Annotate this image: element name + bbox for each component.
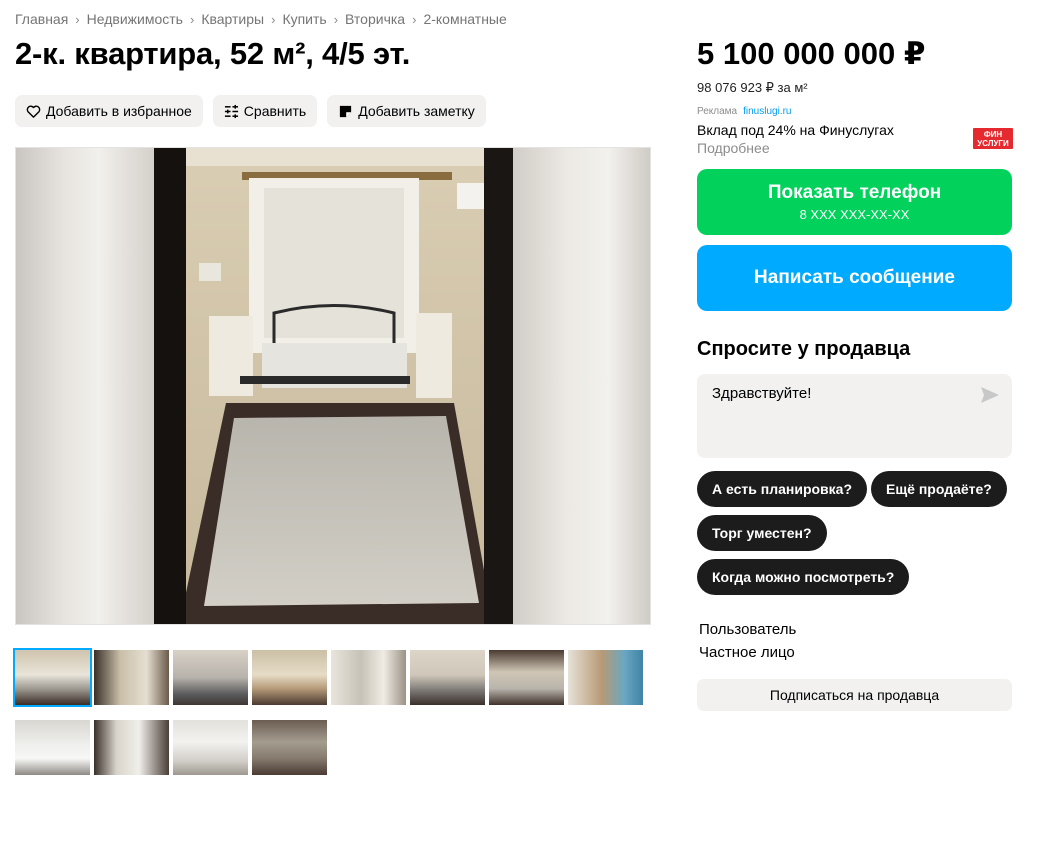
breadcrumb-secondary[interactable]: Вторичка <box>345 11 405 27</box>
thumbnail-9[interactable] <box>15 720 90 775</box>
chevron-right-icon: › <box>333 11 339 27</box>
breadcrumb: Главная › Недвижимость › Квартиры › Купи… <box>15 11 507 27</box>
thumbnail-4[interactable] <box>252 650 327 705</box>
subscribe-seller-label: Подписаться на продавца <box>769 687 940 703</box>
thumbnail-6[interactable] <box>410 650 485 705</box>
breadcrumb-apartments[interactable]: Квартиры <box>201 11 264 27</box>
chip-when-to-view[interactable]: Когда можно посмотреть? <box>697 559 910 595</box>
thumbnail-10[interactable] <box>94 720 169 775</box>
show-phone-button[interactable]: Показать телефон 8 XXX XXX-XX-XX <box>697 169 1012 235</box>
logo-line-2: УСЛУГИ <box>977 139 1009 148</box>
photo-gallery[interactable] <box>15 147 651 625</box>
thumbnail-8[interactable] <box>568 650 643 705</box>
write-message-button[interactable]: Написать сообщение <box>697 245 1012 311</box>
gallery-blur-left <box>16 148 154 624</box>
thumbnail-5[interactable] <box>331 650 406 705</box>
ad-domain-link[interactable]: finuslugi.ru <box>743 106 791 117</box>
thumbnail-12[interactable] <box>252 720 327 775</box>
thumbnail-1[interactable] <box>13 648 92 707</box>
chevron-right-icon: › <box>412 11 417 27</box>
thumbnail-11[interactable] <box>173 720 248 775</box>
chip-bargain[interactable]: Торг уместен? <box>697 515 827 551</box>
subscribe-seller-button[interactable]: Подписаться на продавца <box>697 679 1012 711</box>
breadcrumb-2-rooms[interactable]: 2-комнатные <box>423 11 506 27</box>
bedroom-photo <box>154 148 513 624</box>
compare-button[interactable]: Сравнить <box>212 95 318 127</box>
compare-icon <box>224 104 238 118</box>
write-message-label: Написать сообщение <box>754 267 955 288</box>
send-icon[interactable] <box>980 386 1000 404</box>
ask-seller-input-text: Здравствуйте! <box>712 385 812 402</box>
chevron-right-icon: › <box>75 11 80 27</box>
logo-line-1: ФИН <box>983 130 1003 139</box>
price: 5 100 000 000 ₽ <box>697 36 926 71</box>
main-photo[interactable] <box>154 148 513 624</box>
heart-icon <box>26 105 41 118</box>
breadcrumb-buy[interactable]: Купить <box>282 11 326 27</box>
chip-still-selling[interactable]: Ещё продаёте? <box>871 471 1007 507</box>
thumbnail-2[interactable] <box>94 650 169 705</box>
ask-seller-title: Спросите у продавца <box>697 338 911 360</box>
chip-layout-question[interactable]: А есть планировка? <box>697 471 867 507</box>
page-title: 2-к. квартира, 52 м², 4/5 эт. <box>15 36 411 71</box>
listing-actions: Добавить в избранное Сравнить Добавить з… <box>15 95 486 127</box>
add-to-favorites-button[interactable]: Добавить в избранное <box>15 95 203 127</box>
gallery-blur-right <box>512 148 650 624</box>
phone-mask: 8 XXX XXX-XX-XX <box>799 207 910 222</box>
add-note-label: Добавить заметку <box>358 103 475 119</box>
breadcrumb-real-estate[interactable]: Недвижимость <box>87 11 183 27</box>
breadcrumb-home[interactable]: Главная <box>15 11 68 27</box>
compare-label: Сравнить <box>243 103 307 119</box>
finuslugi-logo[interactable]: ФИН УСЛУГИ <box>973 128 1013 149</box>
chevron-right-icon: › <box>271 11 276 27</box>
ad-more-link[interactable]: Подробнее <box>697 140 770 156</box>
seller-name[interactable]: Пользователь <box>699 621 796 638</box>
ad-label-text: Реклама <box>697 106 738 117</box>
seller-type: Частное лицо <box>699 644 795 661</box>
note-icon <box>340 105 352 117</box>
thumbnail-7[interactable] <box>489 650 564 705</box>
price-per-sqm: 98 076 923 ₽ за м² <box>697 80 808 95</box>
chevron-right-icon: › <box>189 11 195 27</box>
add-to-favorites-label: Добавить в избранное <box>46 103 192 119</box>
show-phone-label: Показать телефон <box>767 182 942 203</box>
thumbnail-3[interactable] <box>173 650 248 705</box>
add-note-button[interactable]: Добавить заметку <box>327 95 486 127</box>
ad-label: Реклама finuslugi.ru <box>697 106 791 117</box>
ask-seller-input[interactable]: Здравствуйте! <box>697 374 1012 458</box>
ad-title[interactable]: Вклад под 24% на Финуслугах <box>697 122 894 138</box>
